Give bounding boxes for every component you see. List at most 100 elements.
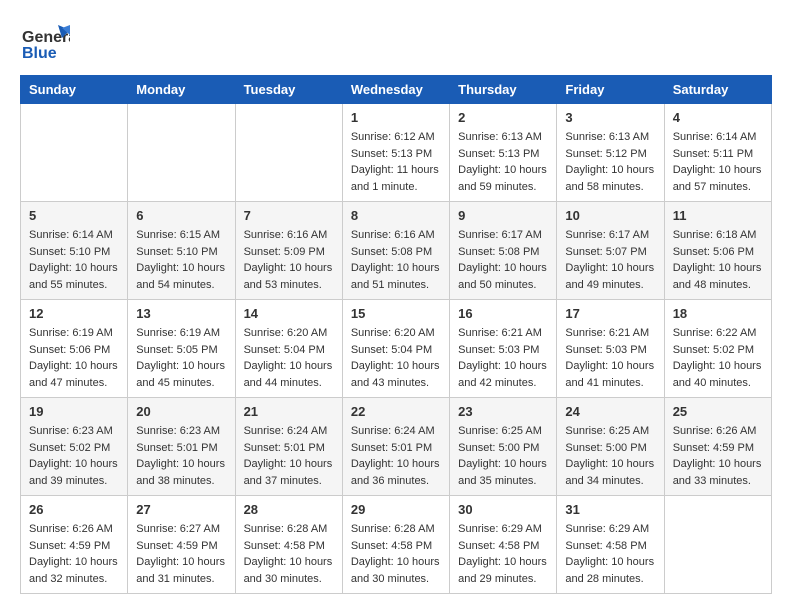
calendar-cell: 30 Sunrise: 6:29 AMSunset: 4:58 PMDaylig… <box>450 496 557 594</box>
day-number: 11 <box>673 208 763 223</box>
day-number: 31 <box>565 502 655 517</box>
day-info: Sunrise: 6:16 AMSunset: 5:08 PMDaylight:… <box>351 227 441 293</box>
day-number: 28 <box>244 502 334 517</box>
calendar-cell: 10 Sunrise: 6:17 AMSunset: 5:07 PMDaylig… <box>557 202 664 300</box>
day-number: 3 <box>565 110 655 125</box>
day-number: 16 <box>458 306 548 321</box>
calendar-cell: 7 Sunrise: 6:16 AMSunset: 5:09 PMDayligh… <box>235 202 342 300</box>
calendar-cell: 28 Sunrise: 6:28 AMSunset: 4:58 PMDaylig… <box>235 496 342 594</box>
day-info: Sunrise: 6:24 AMSunset: 5:01 PMDaylight:… <box>351 423 441 489</box>
calendar-cell: 11 Sunrise: 6:18 AMSunset: 5:06 PMDaylig… <box>664 202 771 300</box>
day-info: Sunrise: 6:23 AMSunset: 5:01 PMDaylight:… <box>136 423 226 489</box>
day-info: Sunrise: 6:19 AMSunset: 5:06 PMDaylight:… <box>29 325 119 391</box>
calendar-cell: 3 Sunrise: 6:13 AMSunset: 5:12 PMDayligh… <box>557 104 664 202</box>
calendar-cell: 2 Sunrise: 6:13 AMSunset: 5:13 PMDayligh… <box>450 104 557 202</box>
day-number: 18 <box>673 306 763 321</box>
calendar-cell: 8 Sunrise: 6:16 AMSunset: 5:08 PMDayligh… <box>342 202 449 300</box>
day-number: 24 <box>565 404 655 419</box>
day-info: Sunrise: 6:29 AMSunset: 4:58 PMDaylight:… <box>565 521 655 587</box>
header-day-tuesday: Tuesday <box>235 76 342 104</box>
day-number: 15 <box>351 306 441 321</box>
day-info: Sunrise: 6:18 AMSunset: 5:06 PMDaylight:… <box>673 227 763 293</box>
calendar-cell: 27 Sunrise: 6:27 AMSunset: 4:59 PMDaylig… <box>128 496 235 594</box>
day-info: Sunrise: 6:16 AMSunset: 5:09 PMDaylight:… <box>244 227 334 293</box>
calendar-cell: 20 Sunrise: 6:23 AMSunset: 5:01 PMDaylig… <box>128 398 235 496</box>
day-info: Sunrise: 6:24 AMSunset: 5:01 PMDaylight:… <box>244 423 334 489</box>
day-number: 20 <box>136 404 226 419</box>
day-number: 26 <box>29 502 119 517</box>
day-number: 23 <box>458 404 548 419</box>
calendar-cell: 5 Sunrise: 6:14 AMSunset: 5:10 PMDayligh… <box>21 202 128 300</box>
calendar-cell <box>128 104 235 202</box>
day-number: 5 <box>29 208 119 223</box>
day-info: Sunrise: 6:20 AMSunset: 5:04 PMDaylight:… <box>351 325 441 391</box>
calendar-cell: 29 Sunrise: 6:28 AMSunset: 4:58 PMDaylig… <box>342 496 449 594</box>
calendar-cell: 22 Sunrise: 6:24 AMSunset: 5:01 PMDaylig… <box>342 398 449 496</box>
day-info: Sunrise: 6:13 AMSunset: 5:13 PMDaylight:… <box>458 129 548 195</box>
day-info: Sunrise: 6:22 AMSunset: 5:02 PMDaylight:… <box>673 325 763 391</box>
day-number: 22 <box>351 404 441 419</box>
header-day-saturday: Saturday <box>664 76 771 104</box>
day-info: Sunrise: 6:14 AMSunset: 5:11 PMDaylight:… <box>673 129 763 195</box>
calendar-cell: 1 Sunrise: 6:12 AMSunset: 5:13 PMDayligh… <box>342 104 449 202</box>
calendar-week-3: 12 Sunrise: 6:19 AMSunset: 5:06 PMDaylig… <box>21 300 772 398</box>
day-info: Sunrise: 6:15 AMSunset: 5:10 PMDaylight:… <box>136 227 226 293</box>
day-number: 6 <box>136 208 226 223</box>
day-info: Sunrise: 6:13 AMSunset: 5:12 PMDaylight:… <box>565 129 655 195</box>
day-info: Sunrise: 6:17 AMSunset: 5:07 PMDaylight:… <box>565 227 655 293</box>
day-info: Sunrise: 6:25 AMSunset: 5:00 PMDaylight:… <box>565 423 655 489</box>
calendar-cell: 16 Sunrise: 6:21 AMSunset: 5:03 PMDaylig… <box>450 300 557 398</box>
day-number: 2 <box>458 110 548 125</box>
day-info: Sunrise: 6:29 AMSunset: 4:58 PMDaylight:… <box>458 521 548 587</box>
day-number: 27 <box>136 502 226 517</box>
day-number: 8 <box>351 208 441 223</box>
day-info: Sunrise: 6:20 AMSunset: 5:04 PMDaylight:… <box>244 325 334 391</box>
calendar-header-row: SundayMondayTuesdayWednesdayThursdayFrid… <box>21 76 772 104</box>
day-number: 4 <box>673 110 763 125</box>
day-info: Sunrise: 6:26 AMSunset: 4:59 PMDaylight:… <box>673 423 763 489</box>
header-day-friday: Friday <box>557 76 664 104</box>
day-info: Sunrise: 6:14 AMSunset: 5:10 PMDaylight:… <box>29 227 119 293</box>
day-info: Sunrise: 6:28 AMSunset: 4:58 PMDaylight:… <box>244 521 334 587</box>
calendar-cell: 24 Sunrise: 6:25 AMSunset: 5:00 PMDaylig… <box>557 398 664 496</box>
day-number: 19 <box>29 404 119 419</box>
calendar-cell: 26 Sunrise: 6:26 AMSunset: 4:59 PMDaylig… <box>21 496 128 594</box>
day-number: 13 <box>136 306 226 321</box>
day-number: 12 <box>29 306 119 321</box>
header-day-wednesday: Wednesday <box>342 76 449 104</box>
day-info: Sunrise: 6:26 AMSunset: 4:59 PMDaylight:… <box>29 521 119 587</box>
day-number: 29 <box>351 502 441 517</box>
calendar-week-2: 5 Sunrise: 6:14 AMSunset: 5:10 PMDayligh… <box>21 202 772 300</box>
day-number: 14 <box>244 306 334 321</box>
header-day-sunday: Sunday <box>21 76 128 104</box>
day-number: 21 <box>244 404 334 419</box>
day-number: 10 <box>565 208 655 223</box>
day-info: Sunrise: 6:27 AMSunset: 4:59 PMDaylight:… <box>136 521 226 587</box>
day-number: 17 <box>565 306 655 321</box>
calendar-cell: 23 Sunrise: 6:25 AMSunset: 5:00 PMDaylig… <box>450 398 557 496</box>
logo-icon: General Blue <box>20 20 70 65</box>
day-info: Sunrise: 6:25 AMSunset: 5:00 PMDaylight:… <box>458 423 548 489</box>
header-day-monday: Monday <box>128 76 235 104</box>
calendar-cell: 15 Sunrise: 6:20 AMSunset: 5:04 PMDaylig… <box>342 300 449 398</box>
day-number: 7 <box>244 208 334 223</box>
day-number: 30 <box>458 502 548 517</box>
day-number: 25 <box>673 404 763 419</box>
day-info: Sunrise: 6:21 AMSunset: 5:03 PMDaylight:… <box>565 325 655 391</box>
logo: General Blue <box>20 20 70 65</box>
calendar-week-4: 19 Sunrise: 6:23 AMSunset: 5:02 PMDaylig… <box>21 398 772 496</box>
calendar-cell <box>235 104 342 202</box>
calendar-cell: 4 Sunrise: 6:14 AMSunset: 5:11 PMDayligh… <box>664 104 771 202</box>
calendar-cell <box>21 104 128 202</box>
calendar-cell <box>664 496 771 594</box>
header-day-thursday: Thursday <box>450 76 557 104</box>
calendar-cell: 13 Sunrise: 6:19 AMSunset: 5:05 PMDaylig… <box>128 300 235 398</box>
calendar-cell: 18 Sunrise: 6:22 AMSunset: 5:02 PMDaylig… <box>664 300 771 398</box>
day-info: Sunrise: 6:21 AMSunset: 5:03 PMDaylight:… <box>458 325 548 391</box>
day-info: Sunrise: 6:12 AMSunset: 5:13 PMDaylight:… <box>351 129 441 195</box>
svg-text:Blue: Blue <box>22 45 57 62</box>
day-info: Sunrise: 6:28 AMSunset: 4:58 PMDaylight:… <box>351 521 441 587</box>
calendar-table: SundayMondayTuesdayWednesdayThursdayFrid… <box>20 75 772 594</box>
day-number: 1 <box>351 110 441 125</box>
day-number: 9 <box>458 208 548 223</box>
